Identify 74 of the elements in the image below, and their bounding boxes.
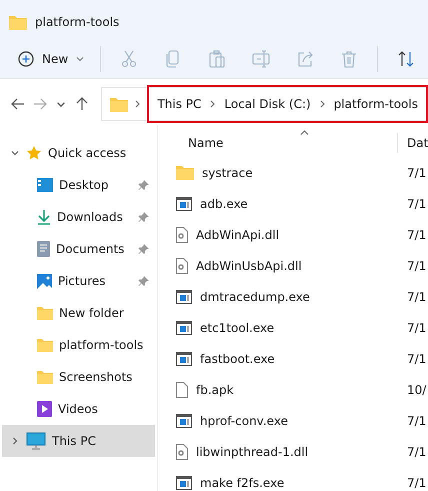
download-icon [37, 209, 51, 225]
application-icon [176, 290, 192, 304]
chevron-icon [135, 100, 140, 108]
breadcrumb-link[interactable]: Local Disk (C:) [224, 97, 311, 111]
breadcrumb-link[interactable]: platform-tools [334, 97, 418, 111]
chevron-icon[interactable] [10, 436, 20, 446]
monitor-icon [26, 432, 46, 450]
application-icon [176, 320, 192, 334]
sidebar-item[interactable]: Downloads [57, 210, 123, 224]
breadcrumb-link[interactable]: This PC [157, 97, 202, 111]
window-title: platform-tools [35, 15, 120, 29]
left-arrow-icon [10, 96, 26, 112]
sidebar-item[interactable]: Quick access [48, 146, 126, 160]
column-header[interactable]: Name [188, 136, 224, 150]
chevron-icon [320, 100, 325, 108]
application-icon [176, 352, 192, 366]
sidebar-item[interactable]: This PC [52, 434, 96, 448]
file-name[interactable]: hprof-conv.exe [200, 414, 288, 428]
file-name[interactable]: dmtracedump.exe [200, 290, 310, 304]
folder-icon [176, 165, 194, 180]
file-icon [176, 382, 188, 398]
date-cell: 10/ [407, 382, 426, 396]
folder-icon [37, 370, 53, 384]
sidebar-item[interactable]: Documents [56, 242, 124, 256]
date-cell: 7/1 [407, 166, 426, 180]
chevron-down-icon [56, 102, 65, 106]
folder-icon [110, 96, 128, 112]
star-icon [26, 145, 42, 161]
date-cell: 7/1 [407, 228, 426, 242]
paste-icon [207, 49, 228, 69]
date-cell: 7/1 [407, 476, 426, 490]
sidebar-item[interactable]: Pictures [58, 274, 106, 288]
gear-file-icon [176, 258, 188, 274]
document-icon [37, 241, 50, 257]
address-bar[interactable]: This PC Local Disk (C:) platform-tools [101, 87, 428, 121]
date-cell: 7/1 [407, 320, 426, 334]
file-name[interactable]: systrace [202, 166, 253, 180]
file-name[interactable]: AdbWinApi.dll [196, 228, 280, 242]
plus-icon [18, 51, 34, 67]
date-cell: 7/1 [407, 414, 426, 428]
folder-icon [9, 14, 27, 30]
file-name[interactable]: fb.apk [196, 382, 234, 396]
file-name[interactable]: make f2fs.exe [200, 476, 284, 490]
application-icon [176, 196, 192, 210]
application-icon [176, 414, 192, 428]
picture-icon [37, 274, 52, 288]
date-cell: 7/1 [407, 290, 426, 304]
sidebar-item[interactable]: New folder [59, 306, 124, 320]
folder-icon [37, 306, 53, 320]
date-cell: 7/1 [407, 196, 426, 210]
file-name[interactable]: fastboot.exe [200, 352, 275, 366]
sidebar-item[interactable]: Screenshots [59, 370, 132, 384]
sidebar-item[interactable]: platform-tools [59, 338, 144, 352]
date-cell: 7/1 [407, 444, 426, 458]
chevron-icon[interactable] [10, 148, 20, 158]
chevron-icon [210, 100, 216, 108]
new-button[interactable]: New [14, 51, 88, 67]
sidebar-item[interactable]: Videos [58, 402, 98, 416]
file-name[interactable]: etc1tool.exe [200, 320, 274, 334]
gear-file-icon [176, 226, 188, 242]
file-name[interactable]: AdbWinUsbApi.dll [196, 258, 302, 272]
file-name[interactable]: libwinpthread-1.dll [196, 444, 308, 458]
date-cell: 7/1 [407, 258, 426, 272]
date-cell: 7/1 [407, 352, 426, 366]
rename-icon [251, 49, 272, 69]
right-arrow-icon [32, 96, 48, 112]
file-name[interactable]: adb.exe [200, 196, 248, 210]
desktop-icon [37, 178, 53, 192]
folder-icon [37, 338, 53, 352]
column-header[interactable]: Dat [407, 136, 428, 150]
caret-icon [76, 56, 84, 62]
gear-file-icon [176, 444, 188, 460]
sidebar-item[interactable]: Desktop [59, 178, 108, 192]
video-icon [37, 401, 52, 417]
